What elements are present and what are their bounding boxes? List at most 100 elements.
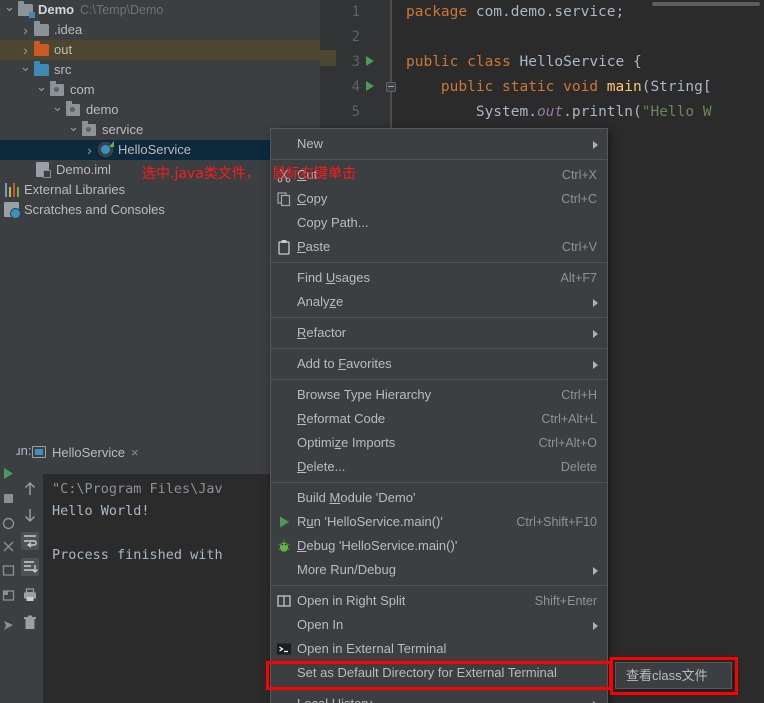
chevron-right-icon[interactable] <box>20 40 31 60</box>
chevron-right-icon <box>593 330 598 338</box>
libraries-icon <box>4 183 20 197</box>
menu-separator <box>271 379 607 380</box>
run-gutter-icon[interactable] <box>366 56 374 66</box>
menu-item-label: Optimize Imports <box>297 435 396 450</box>
run-console-toolbar[interactable] <box>16 474 44 703</box>
chevron-down-icon[interactable] <box>68 120 79 140</box>
tree-row-out[interactable]: out <box>0 40 320 60</box>
menu-item-shortcut: Ctrl+X <box>561 168 597 182</box>
menu-item-label: Find Usages <box>297 270 370 285</box>
chevron-right-icon[interactable] <box>84 140 95 160</box>
tree-row-demo[interactable]: Demo C:\Temp\Demo <box>0 0 320 20</box>
menu-item-label: Analyze <box>297 294 344 309</box>
print-icon[interactable] <box>21 586 39 604</box>
menu-item-label: Build Module 'Demo' <box>297 490 416 505</box>
arrow-up-icon[interactable] <box>21 480 39 498</box>
close-icon[interactable]: × <box>131 445 139 460</box>
menu-item-set-as-default-directory-for-external-terminal[interactable]: Set as Default Directory for External Te… <box>271 661 607 685</box>
menu-item-label: Copy Path... <box>297 215 369 230</box>
menu-item-browse-type-hierarchy[interactable]: Browse Type Hierarchy Ctrl+H <box>271 383 607 407</box>
stop-icon[interactable] <box>2 492 15 505</box>
code-text: package com.demo.service; <box>406 0 624 25</box>
library-bar <box>9 187 11 197</box>
tree-row-label: Demo.iml <box>56 162 111 177</box>
menu-item-delete[interactable]: Delete... Delete <box>271 455 607 479</box>
tree-row-idea[interactable]: .idea <box>0 20 320 40</box>
code-token: out <box>536 104 564 120</box>
menu-item-reformat-code[interactable]: Reformat Code Ctrl+Alt+L <box>271 407 607 431</box>
scroll-to-end-icon[interactable] <box>21 558 39 576</box>
menu-item-find-usages[interactable]: Find Usages Alt+F7 <box>271 266 607 290</box>
menu-item-local-history[interactable]: Local History <box>271 692 607 703</box>
resume-icon[interactable] <box>2 517 15 530</box>
menu-item-optimize-imports[interactable]: Optimize Imports Ctrl+Alt+O <box>271 431 607 455</box>
tree-row-src[interactable]: src <box>0 60 320 80</box>
chevron-down-icon[interactable] <box>20 60 31 80</box>
submenu-item-view-class-file[interactable]: 查看class文件 <box>616 663 731 688</box>
menu-item-copy-path[interactable]: Copy Path... <box>271 211 607 235</box>
run-left-strip[interactable] <box>0 437 16 703</box>
menu-item-analyze[interactable]: Analyze <box>271 290 607 314</box>
layout-icon[interactable] <box>2 589 15 602</box>
tree-row-label: service <box>102 122 144 137</box>
line-number: 1 <box>351 4 360 20</box>
menu-item-refactor[interactable]: Refactor <box>271 321 607 345</box>
menu-item-shortcut: Delete <box>560 460 597 474</box>
chevron-down-icon[interactable] <box>4 0 15 20</box>
run-gutter-icon[interactable] <box>366 81 374 91</box>
menu-item-open-in-external-terminal[interactable]: Open in External Terminal <box>271 637 607 661</box>
chevron-right-icon <box>593 299 598 307</box>
chevron-right-icon <box>593 622 598 630</box>
tree-row-com[interactable]: com <box>0 80 320 100</box>
code-token: public class <box>406 54 520 70</box>
menu-item-label: Reformat Code <box>297 411 386 426</box>
line-number: 5 <box>351 104 360 120</box>
library-bar <box>13 183 15 197</box>
folder-icon <box>34 21 49 36</box>
menu-item-run-helloservice-main[interactable]: Run 'HelloService.main()' Ctrl+Shift+F10 <box>271 510 607 534</box>
pin-icon[interactable] <box>2 619 15 632</box>
fold-collapse-icon[interactable] <box>386 82 396 92</box>
run-tab-helloservice[interactable]: HelloService × <box>32 441 139 463</box>
chevron-down-icon[interactable] <box>36 80 47 100</box>
trash-icon[interactable] <box>21 614 39 632</box>
menu-item-shortcut: Ctrl+C <box>561 192 597 206</box>
folder-orange-icon <box>34 41 49 56</box>
code-token: .println( <box>563 104 642 120</box>
package-icon <box>50 81 64 96</box>
code-text: System.out.println("Hello W <box>406 100 712 125</box>
external-tools-submenu[interactable]: 查看class文件 <box>615 662 732 689</box>
menu-item-label: Copy <box>297 191 328 206</box>
menu-item-more-run-debug[interactable]: More Run/Debug <box>271 558 607 582</box>
menu-item-add-to-favorites[interactable]: Add to Favorites <box>271 352 607 376</box>
rerun-icon[interactable] <box>2 467 15 480</box>
console-toggle-icon[interactable] <box>2 564 15 577</box>
menu-item-label: More Run/Debug <box>297 562 396 577</box>
code-token: "Hello W <box>641 104 712 120</box>
annotation-right-click: 鼠标右键单击 <box>272 166 356 182</box>
tree-row-demo[interactable]: demo <box>0 100 320 120</box>
code-line: 4 public static void main(String[ <box>320 75 764 100</box>
scratches-icon <box>4 202 21 219</box>
menu-item-build-module-demo[interactable]: Build Module 'Demo' <box>271 486 607 510</box>
context-menu[interactable]: New Cut Ctrl+X Copy Ctrl+C Copy Path... Paste C… <box>270 128 608 703</box>
menu-separator <box>271 159 607 160</box>
arrow-down-icon[interactable] <box>21 506 39 524</box>
chevron-down-icon[interactable] <box>52 100 63 120</box>
menu-item-copy[interactable]: Copy Ctrl+C <box>271 187 607 211</box>
menu-item-open-in[interactable]: Open In <box>271 613 607 637</box>
menu-item-debug-helloservice-main[interactable]: Debug 'HelloService.main()' <box>271 534 607 558</box>
menu-item-shortcut: Ctrl+V <box>561 240 597 254</box>
menu-item-paste[interactable]: Paste Ctrl+V <box>271 235 607 259</box>
menu-item-label: Refactor <box>297 325 347 340</box>
menu-item-new[interactable]: New <box>271 132 607 156</box>
menu-item-label: Set as Default Directory for External Te… <box>297 665 557 680</box>
dump-threads-icon[interactable] <box>2 540 15 553</box>
chevron-right-icon[interactable] <box>20 20 31 40</box>
soft-wrap-icon[interactable] <box>21 532 39 550</box>
menu-item-label: Local History <box>297 692 372 703</box>
menu-item-open-in-right-split[interactable]: Open in Right Split Shift+Enter <box>271 589 607 613</box>
external-tools-highlight-top <box>266 661 612 664</box>
iml-file-icon <box>36 162 51 178</box>
debug-icon <box>276 538 292 554</box>
